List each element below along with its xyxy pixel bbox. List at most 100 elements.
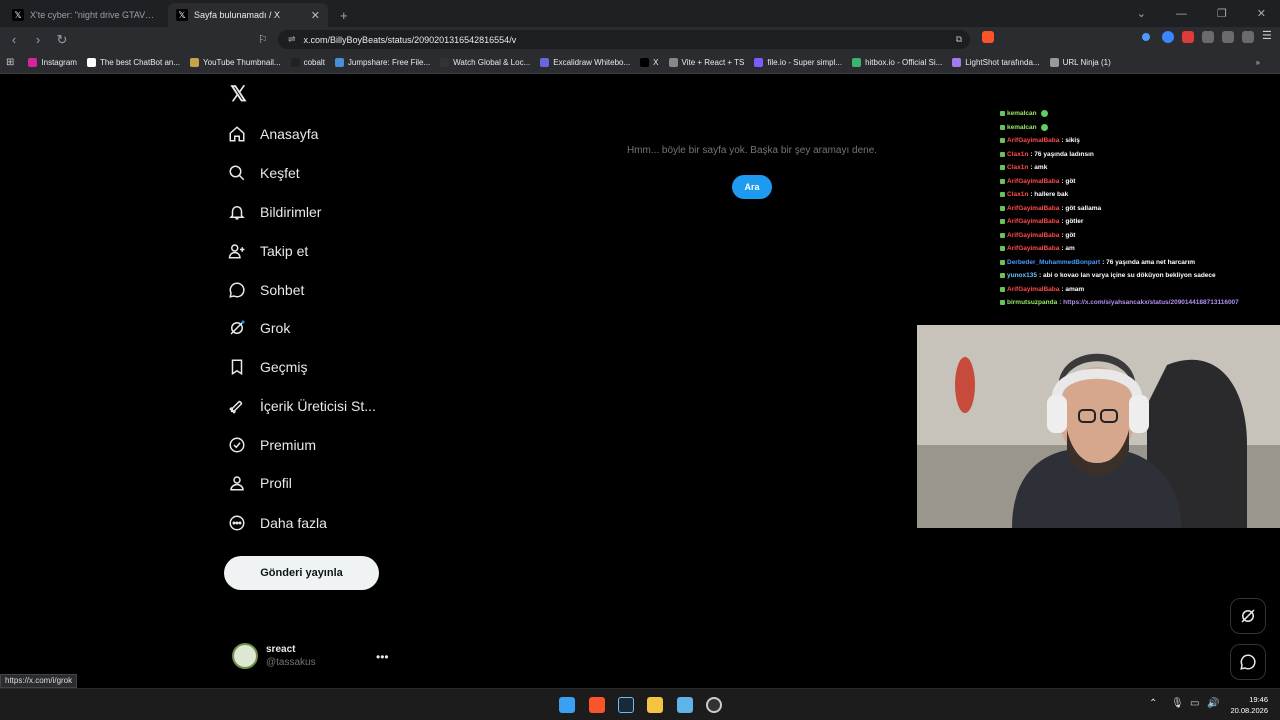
sidebar-item-explore[interactable]: Keşfet bbox=[226, 156, 300, 190]
bookmark-item[interactable]: YouTube Thumbnail... bbox=[190, 58, 281, 67]
url-text[interactable]: x.com/BillyBoyBeats/status/2090201316542… bbox=[304, 35, 517, 45]
puzzle-icon[interactable] bbox=[1202, 31, 1214, 43]
bookmark-page-icon[interactable]: ⚐ bbox=[258, 33, 268, 46]
forward-icon[interactable]: › bbox=[28, 32, 48, 47]
chat-username: Clax1n bbox=[1007, 150, 1029, 158]
windows-start-icon[interactable] bbox=[559, 697, 575, 713]
chat-username: birmutsuzpanda bbox=[1007, 299, 1058, 307]
x-home-logo-icon[interactable]: 𝕏 bbox=[230, 84, 252, 106]
sidebar-item-bookmarks[interactable]: Geçmiş bbox=[226, 350, 307, 384]
account-more-icon[interactable]: ••• bbox=[376, 650, 389, 664]
apps-icon[interactable]: ⊞ bbox=[6, 57, 14, 68]
sidebar-item-notifications[interactable]: Bildirimler bbox=[226, 195, 321, 229]
bookmark-label: hitbox.io - Official Si... bbox=[865, 58, 943, 67]
share-icon[interactable]: ⧉ bbox=[956, 34, 962, 45]
network-icon[interactable]: ▭ bbox=[1190, 698, 1199, 709]
site-info-icon[interactable]: ⇌ bbox=[288, 34, 296, 45]
sidebar-item-profile[interactable]: Profil bbox=[226, 466, 292, 500]
bookmark-label: Instagram bbox=[41, 58, 77, 67]
bookmark-favicon-icon bbox=[640, 58, 650, 67]
remote-desktop-icon[interactable] bbox=[677, 697, 693, 713]
bookmarks-bar: ⊞ Instagram The best ChatBot an... YouTu… bbox=[0, 52, 1280, 74]
bookmarks-overflow-icon[interactable]: » bbox=[1256, 58, 1260, 67]
bookmark-favicon-icon bbox=[1049, 58, 1059, 67]
sidebar-item-more[interactable]: Daha fazla bbox=[226, 506, 327, 540]
tray-chevron-icon[interactable]: ⌃ bbox=[1149, 698, 1157, 709]
reload-icon[interactable]: ↻ bbox=[52, 32, 72, 48]
bookmark-item[interactable]: Instagram bbox=[28, 58, 77, 67]
music-icon[interactable] bbox=[1222, 31, 1234, 43]
new-tab-icon[interactable]: + bbox=[340, 8, 348, 23]
sidebar-item-label: Premium bbox=[260, 437, 317, 453]
bookmark-item[interactable]: X bbox=[640, 58, 659, 67]
microphone-icon[interactable]: 🎙 bbox=[1171, 698, 1184, 709]
account-switcher[interactable]: sreact @tassakus bbox=[232, 643, 316, 669]
rocket-icon bbox=[226, 395, 248, 417]
bookmark-label: Watch Global & Loc... bbox=[453, 58, 531, 67]
sidebar-item-label: Grok bbox=[260, 320, 291, 336]
chat-line: ArifGayimalBaba: göt bbox=[1000, 229, 1280, 243]
link-status-bar: https://x.com/i/grok bbox=[0, 674, 78, 688]
sidebar-item-creator-studio[interactable]: İçerik Üreticisi St... bbox=[226, 389, 376, 423]
chat-username: ArifGayimalBaba bbox=[1007, 204, 1060, 212]
tab-search-icon[interactable]: ⌄ bbox=[1137, 7, 1146, 20]
bookmark-item[interactable]: URL Ninja (1) bbox=[1049, 58, 1111, 67]
bookmark-item[interactable]: Vite + React + TS bbox=[668, 58, 744, 67]
address-bar[interactable]: ⚐ ⇌ x.com/BillyBoyBeats/status/209020131… bbox=[258, 30, 970, 49]
chat-line: Clax1n: amk bbox=[1000, 161, 1280, 175]
extension-icon[interactable] bbox=[1182, 31, 1194, 43]
bookmark-item[interactable]: Jumpshare: Free File... bbox=[334, 58, 430, 67]
close-window-icon[interactable]: ✕ bbox=[1257, 7, 1266, 20]
close-tab-icon[interactable]: ✕ bbox=[311, 9, 320, 22]
back-icon[interactable]: ‹ bbox=[4, 32, 24, 47]
file-explorer-icon[interactable] bbox=[647, 697, 663, 713]
chat-username: ArifGayimalBaba bbox=[1007, 245, 1060, 253]
grok-float-button[interactable] bbox=[1230, 598, 1266, 634]
bookmark-item[interactable]: Excalidraw Whitebo... bbox=[540, 58, 630, 67]
volume-icon[interactable]: 🔊 bbox=[1207, 698, 1219, 709]
steam-icon[interactable] bbox=[618, 697, 634, 713]
sidebar-item-follow[interactable]: Takip et bbox=[226, 234, 308, 268]
post-button[interactable]: Gönderi yayınla bbox=[224, 556, 379, 590]
bookmark-item[interactable]: The best ChatBot an... bbox=[86, 58, 180, 67]
bookmark-label: YouTube Thumbnail... bbox=[203, 58, 281, 67]
chat-message: : abi o kovao lan varya içine su döküyon… bbox=[1039, 272, 1216, 280]
minimize-icon[interactable]: — bbox=[1176, 8, 1187, 20]
maximize-icon[interactable]: ❐ bbox=[1217, 7, 1227, 20]
sidebar-item-label: Bildirimler bbox=[260, 204, 322, 220]
menu-icon[interactable]: ☰ bbox=[1262, 29, 1272, 42]
window-controls: ⌄ — ❐ ✕ bbox=[1137, 0, 1280, 27]
messages-float-button[interactable] bbox=[1230, 644, 1266, 680]
bookmark-favicon-icon bbox=[190, 58, 200, 67]
sidebar-item-home[interactable]: Anasayfa bbox=[226, 117, 318, 151]
chat-message: : 76 yaşında ama net harcarım bbox=[1102, 258, 1196, 266]
tab-2[interactable]: 𝕏 Sayfa bulunamadı / X ✕ bbox=[168, 3, 328, 27]
search-button[interactable]: Ara bbox=[732, 175, 772, 199]
sidebar-item-chat[interactable]: Sohbet bbox=[226, 273, 304, 307]
sidebar-item-grok[interactable]: Grok bbox=[226, 311, 290, 345]
tab-title: Sayfa bulunamadı / X bbox=[194, 10, 281, 20]
brave-shield-icon[interactable] bbox=[982, 31, 994, 43]
taskbar-clock[interactable]: 19:46 20.08.2026 bbox=[1230, 694, 1268, 716]
bookmark-icon bbox=[226, 356, 248, 378]
bookmark-item[interactable]: file.io - Super simpl... bbox=[754, 58, 842, 67]
clock-date: 20.08.2026 bbox=[1230, 706, 1268, 715]
sidebar-item-premium[interactable]: Premium bbox=[226, 428, 316, 462]
chat-username: Clax1n bbox=[1007, 164, 1029, 172]
chat-line: Clax1n: 76 yaşında ladınsın bbox=[1000, 148, 1280, 162]
brave-browser-icon[interactable] bbox=[589, 697, 605, 713]
app-icon[interactable] bbox=[706, 697, 722, 713]
chat-message: : https://x.com/siyahsancakx/status/2090… bbox=[1059, 299, 1239, 307]
bookmark-item[interactable]: hitbox.io - Official Si... bbox=[852, 58, 942, 67]
vpn-icon[interactable] bbox=[1242, 31, 1254, 43]
extension-icon[interactable] bbox=[1162, 31, 1174, 43]
bookmark-favicon-icon bbox=[952, 58, 962, 67]
bookmark-label: file.io - Super simpl... bbox=[767, 58, 843, 67]
audio-icon[interactable] bbox=[1142, 33, 1150, 41]
chat-username: ArifGayimalBaba bbox=[1007, 285, 1060, 293]
bookmark-item[interactable]: LightShot tarafında... bbox=[952, 58, 1040, 67]
chat-username: ArifGayimalBaba bbox=[1007, 231, 1060, 239]
bookmark-item[interactable]: cobalt bbox=[290, 58, 325, 67]
tab-1[interactable]: 𝕏 X'te cyber: "night drive GTAVI look in bbox=[4, 3, 164, 27]
bookmark-item[interactable]: Watch Global & Loc... bbox=[440, 58, 530, 67]
